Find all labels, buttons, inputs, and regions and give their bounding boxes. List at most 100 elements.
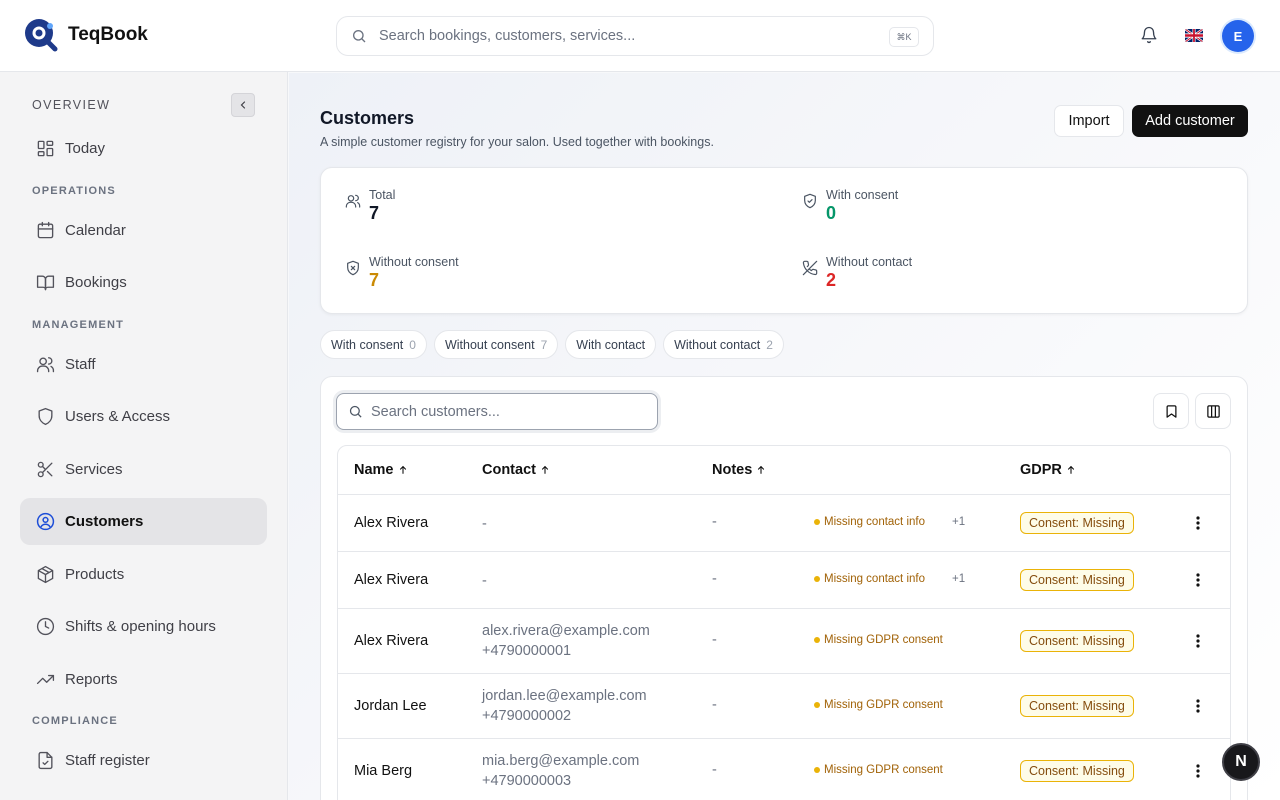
saved-views-button[interactable] — [1153, 393, 1189, 429]
import-button[interactable]: Import — [1054, 105, 1124, 137]
sort-arrow-up-icon — [399, 465, 406, 474]
sidebar-item-label: Bookings — [65, 274, 127, 291]
stat-total: Total 7 — [345, 188, 395, 224]
table-header: Name Contact Notes GDPR — [338, 446, 1230, 495]
user-avatar[interactable]: E — [1222, 20, 1254, 52]
chip-count: 2 — [766, 337, 773, 352]
sidebar-item-label: Shifts & opening hours — [65, 618, 216, 635]
table-row[interactable]: Alex Rivera - - Missing contact info +1 … — [338, 552, 1230, 609]
more-vertical-icon — [1196, 699, 1200, 713]
user-circle-icon — [36, 512, 55, 531]
stat-label: Without contact — [826, 255, 913, 269]
table-row[interactable]: Alex Rivera alex.rivera@example.com +479… — [338, 609, 1230, 674]
column-label: GDPR — [1020, 462, 1062, 478]
filter-chips: With consent 0 Without consent 7 With co… — [320, 330, 784, 359]
sidebar-item-label: Staff register — [65, 752, 150, 769]
columns-button[interactable] — [1195, 393, 1231, 429]
issue-text: Missing GDPR consent — [824, 699, 943, 711]
more-vertical-icon — [1196, 573, 1200, 587]
sort-arrow-up-icon — [758, 465, 765, 474]
filter-without-contact[interactable]: Without contact 2 — [663, 330, 784, 359]
app-logo[interactable]: TeqBook — [24, 18, 148, 52]
sidebar-item-staff-register[interactable]: Staff register — [20, 737, 267, 784]
column-label: Name — [354, 462, 394, 478]
warning-dot-icon — [814, 702, 820, 708]
table-row[interactable]: Jordan Lee jordan.lee@example.com +47900… — [338, 674, 1230, 739]
row-actions-button[interactable] — [1190, 633, 1206, 649]
add-customer-button[interactable]: Add customer — [1132, 105, 1248, 137]
sidebar-item-products[interactable]: Products — [20, 551, 267, 598]
sidebar-item-bookings[interactable]: Bookings — [20, 259, 267, 306]
issue-indicator: Missing contact info — [814, 516, 925, 528]
customer-contact: mia.berg@example.com +4790000003 — [482, 751, 639, 791]
sidebar-item-calendar[interactable]: Calendar — [20, 207, 267, 254]
chip-label: With consent — [331, 337, 404, 352]
more-issues-count[interactable]: +1 — [952, 573, 965, 585]
customer-notes: - — [712, 571, 717, 587]
chip-count: 0 — [409, 337, 416, 352]
customer-notes: - — [712, 514, 717, 530]
column-notes-header[interactable]: Notes — [712, 462, 766, 478]
issue-indicator: Missing GDPR consent — [814, 634, 943, 646]
floating-action-button[interactable]: N — [1222, 743, 1260, 781]
chip-label: With contact — [576, 337, 646, 352]
filter-without-consent[interactable]: Without consent 7 — [433, 330, 559, 359]
chevron-left-icon — [240, 101, 246, 109]
customer-email: alex.rivera@example.com — [482, 623, 650, 639]
sidebar-item-staff[interactable]: Staff — [20, 341, 267, 388]
dashboard-icon — [37, 140, 54, 157]
customer-phone: +4790000003 — [482, 773, 572, 789]
customer-name: Alex Rivera — [354, 633, 429, 649]
customer-name: Mia Berg — [354, 763, 413, 779]
customer-search-placeholder: Search customers... — [371, 403, 500, 420]
sidebar-item-customers[interactable]: Customers — [20, 498, 267, 545]
row-actions-button[interactable] — [1190, 572, 1206, 588]
more-vertical-icon — [1196, 764, 1200, 778]
sidebar-item-label: Reports — [65, 671, 118, 688]
page-subtitle: A simple customer registry for your salo… — [320, 135, 714, 149]
package-icon — [37, 565, 54, 584]
table-row[interactable]: Mia Berg mia.berg@example.com +479000000… — [338, 739, 1230, 800]
stat-without-consent: Without consent 7 — [345, 255, 459, 291]
notifications-button[interactable] — [1140, 26, 1158, 49]
stat-without-contact: Without contact 2 — [802, 255, 912, 291]
filter-with-contact[interactable]: With contact — [565, 330, 657, 359]
customer-contact: alex.rivera@example.com +4790000001 — [482, 621, 650, 661]
column-name-header[interactable]: Name — [354, 462, 408, 478]
column-gdpr-header[interactable]: GDPR — [1020, 462, 1076, 478]
sidebar-item-label: Calendar — [65, 222, 126, 239]
more-issues-count[interactable]: +1 — [952, 516, 965, 528]
chip-label: Without contact — [674, 337, 761, 352]
row-actions-button[interactable] — [1190, 515, 1206, 531]
customer-name: Jordan Lee — [354, 698, 427, 714]
stat-with-consent: With consent 0 — [802, 188, 898, 224]
global-search-placeholder: Search bookings, customers, services... — [379, 28, 636, 44]
collapse-sidebar-button[interactable] — [231, 93, 255, 117]
gdpr-status-badge: Consent: Missing — [1020, 630, 1134, 652]
warning-dot-icon — [814, 767, 820, 773]
users-icon — [36, 357, 55, 373]
filter-with-consent[interactable]: With consent 0 — [320, 330, 427, 359]
column-contact-header[interactable]: Contact — [482, 462, 550, 478]
table-row[interactable]: Alex Rivera - - Missing contact info +1 … — [338, 495, 1230, 552]
users-icon — [345, 194, 361, 208]
issue-text: Missing GDPR consent — [824, 634, 943, 646]
sidebar-item-reports[interactable]: Reports — [20, 656, 267, 703]
more-vertical-icon — [1196, 516, 1200, 530]
sidebar-item-label: Today — [65, 140, 106, 157]
row-actions-button[interactable] — [1190, 763, 1206, 779]
stat-label: With consent — [826, 188, 899, 202]
sidebar-item-shifts[interactable]: Shifts & opening hours — [20, 603, 267, 650]
sidebar-item-services[interactable]: Services — [20, 446, 267, 493]
customer-notes: - — [712, 697, 717, 713]
language-button[interactable] — [1185, 29, 1203, 42]
row-actions-button[interactable] — [1190, 698, 1206, 714]
app-name: TeqBook — [68, 24, 148, 45]
customer-notes: - — [712, 632, 717, 648]
customer-search-input[interactable]: Search customers... — [336, 393, 658, 430]
sidebar-item-users-access[interactable]: Users & Access — [20, 393, 267, 440]
warning-dot-icon — [814, 519, 820, 525]
global-search-input[interactable]: Search bookings, customers, services... … — [336, 16, 934, 56]
customer-email: - — [482, 516, 487, 532]
sidebar-item-today[interactable]: Today — [20, 125, 267, 172]
